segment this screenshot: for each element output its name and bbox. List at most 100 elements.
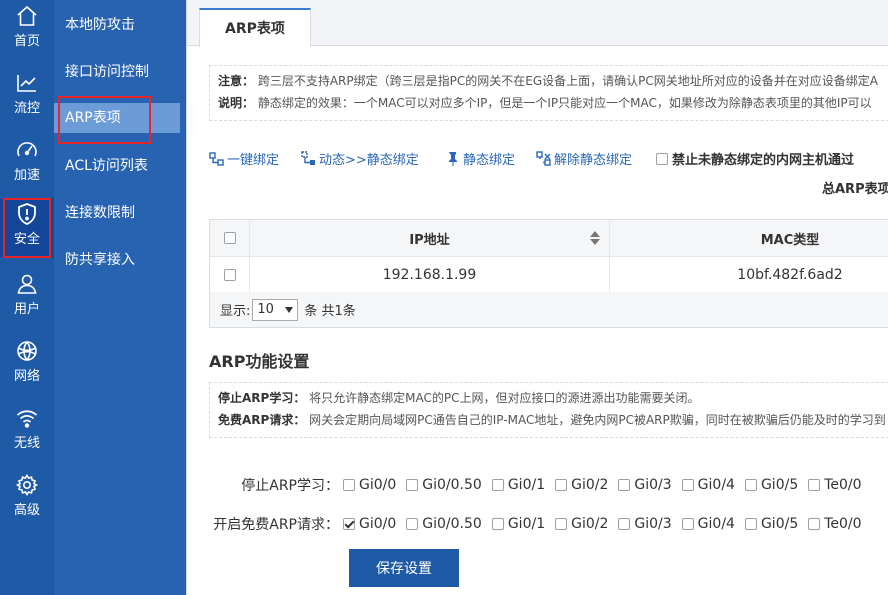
free-port-checkbox[interactable] (491, 518, 504, 530)
submenu-acl-list[interactable]: ACL访问列表 (54, 151, 180, 181)
tab-arp-table[interactable]: ARP表项 (199, 8, 311, 47)
free-port-checkbox[interactable] (744, 518, 757, 530)
submenu-connection-limit[interactable]: 连接数限制 (54, 198, 180, 228)
notice-text: 静态绑定的效果：一个MAC可以对应多个IP，但是一个IP只能对应一个MAC，如果… (257, 96, 872, 110)
submenu-local-attack-defense[interactable]: 本地防攻击 (54, 10, 180, 40)
free-port-option[interactable]: Gi0/2 (555, 516, 608, 532)
select-all-checkbox[interactable] (223, 232, 236, 244)
free-port-checkbox[interactable] (555, 518, 568, 530)
stop-port-option[interactable]: Gi0/0 (343, 477, 396, 493)
ip-header-cell[interactable]: IP地址 (250, 220, 610, 256)
page-size-select[interactable]: 10 (252, 298, 299, 321)
mac-cell: 10bf.482f.6ad2 (737, 267, 843, 283)
free-port-option[interactable]: Gi0/0.50 (406, 516, 482, 532)
bind-icon (209, 151, 224, 166)
mac-header-cell: MAC类型 (610, 220, 888, 256)
nav-label: 网络 (13, 369, 40, 384)
gauge-icon (17, 142, 37, 157)
nav-acceleration[interactable]: 加速 (0, 134, 54, 194)
nav-network[interactable]: 网络 (0, 335, 54, 395)
port-label: Gi0/2 (571, 516, 609, 532)
stop-port-option[interactable]: Te0/0 (808, 477, 862, 493)
stop-port-checkbox[interactable] (491, 479, 504, 491)
free-port-checkbox[interactable] (808, 518, 821, 530)
stop-port-option[interactable]: Gi0/2 (555, 477, 608, 493)
static-bind-button[interactable]: 静态绑定 (445, 149, 515, 168)
free-port-checkbox[interactable] (406, 518, 419, 530)
tab-bar: ARP表项 (187, 0, 888, 47)
free-port-checkbox[interactable] (681, 518, 694, 530)
nav-label: 安全 (13, 232, 40, 247)
main-nav-rail: 首页 流控 加速 安全 用户 网络 无线 高级 (0, 0, 54, 595)
stop-port-checkbox[interactable] (618, 479, 631, 491)
nav-security[interactable]: 安全 (0, 198, 54, 258)
button-label: 一键绑定 (227, 153, 280, 168)
stop-port-checkbox[interactable] (744, 479, 757, 491)
block-unbound-hosts-option: 禁止未静态绑定的内网主机通过 (656, 149, 854, 168)
port-label: Gi0/3 (634, 477, 672, 493)
free-port-option[interactable]: Gi0/4 (681, 516, 735, 532)
notice-line: 注意： 跨三层不支持ARP绑定（跨三层是指PC的网关不在EG设备上面，请确认PC… (218, 70, 888, 92)
free-port-checkbox[interactable] (343, 518, 355, 530)
notice-line: 停止ARP学习： 将只允许静态绑定MAC的PC上网，但对应接口的源进源出功能需要… (218, 387, 888, 409)
block-unbound-hosts-checkbox[interactable] (656, 152, 668, 165)
nav-label: 首页 (13, 34, 40, 49)
stop-port-checkbox[interactable] (808, 479, 821, 491)
stop-port-option[interactable]: Gi0/3 (618, 477, 672, 493)
notice-text: 跨三层不支持ARP绑定（跨三层是指PC的网关不在EG设备上面，请确认PC网关地址… (257, 74, 878, 88)
nav-label: 用户 (13, 302, 40, 317)
port-label: Gi0/2 (571, 477, 609, 493)
nav-users[interactable]: 用户 (0, 268, 54, 328)
free-port-option[interactable]: Gi0/5 (744, 516, 799, 532)
dynamic-to-static-button[interactable]: 动态>>静态绑定 (301, 149, 419, 168)
notice-line: 免费ARP请求： 网关会定期向局域网PC通告自己的IP-MAC地址，避免内网PC… (218, 409, 888, 431)
user-icon (17, 274, 37, 294)
stop-port-checkbox[interactable] (681, 479, 694, 491)
port-label: Gi0/4 (697, 477, 735, 493)
submenu-anti-sharing[interactable]: 防共享接入 (54, 245, 180, 275)
stop-port-checkbox[interactable] (555, 479, 568, 491)
home-icon (17, 5, 37, 26)
row-checkbox[interactable] (223, 269, 236, 281)
page-size-label: 显示: (220, 304, 251, 319)
free-port-option[interactable]: Gi0/1 (491, 516, 546, 532)
block-unbound-hosts-label: 禁止未静态绑定的内网主机通过 (672, 153, 855, 168)
ip-cell: 192.168.1.99 (250, 257, 610, 293)
stop-port-option[interactable]: Gi0/5 (744, 477, 798, 493)
one-click-bind-button[interactable]: 一键绑定 (209, 149, 279, 168)
submenu-arp-table[interactable]: ARP表项 (54, 96, 180, 144)
nav-flow-control[interactable]: 流控 (0, 67, 54, 127)
stop-port-checkbox[interactable] (343, 479, 355, 491)
stop-port-option[interactable]: Gi0/4 (681, 477, 735, 493)
nav-label: 无线 (13, 436, 40, 451)
shield-icon (18, 203, 36, 225)
arp-settings-notice-box: 停止ARP学习： 将只允许静态绑定MAC的PC上网，但对应接口的源进源出功能需要… (209, 382, 888, 438)
table-row[interactable]: 192.168.1.99 10bf.482f.6ad2 (210, 257, 888, 293)
nav-wireless[interactable]: 无线 (0, 402, 54, 462)
wifi-icon (16, 410, 38, 428)
free-arp-request-row: 开启免费ARP请求： Gi0/0 Gi0/0.50 Gi0/1 Gi0/2 Gi0/3 G… (209, 514, 872, 534)
unbind-icon (536, 150, 551, 166)
nav-advanced[interactable]: 高级 (0, 469, 54, 529)
free-port-checkbox[interactable] (618, 518, 631, 530)
port-label: Gi0/3 (634, 516, 672, 532)
stop-port-checkbox[interactable] (406, 479, 419, 491)
sort-icon[interactable] (589, 230, 601, 246)
stop-port-option[interactable]: Gi0/0.50 (406, 477, 482, 493)
nav-home[interactable]: 首页 (0, 0, 54, 60)
unbind-static-button[interactable]: 解除静态绑定 (536, 149, 632, 168)
free-port-option[interactable]: Gi0/3 (618, 516, 672, 532)
stop-port-option[interactable]: Gi0/1 (491, 477, 545, 493)
port-label: Gi0/5 (760, 516, 799, 532)
stop-arp-learning-row: 停止ARP学习： Gi0/0 Gi0/0.50 Gi0/1 Gi0/2 Gi0/3 Gi0… (209, 475, 872, 495)
notice-text: 网关会定期向局域网PC通告自己的IP-MAC地址，避免内网PC被ARP欺骗，同时… (309, 413, 886, 427)
table-footer: 显示: 10 条 共1条 (209, 292, 888, 328)
free-arp-request-label: 开启免费ARP请求： (213, 517, 339, 533)
submenu-interface-access-control[interactable]: 接口访问控制 (54, 57, 180, 87)
mac-column-header: MAC类型 (760, 232, 820, 248)
save-settings-button[interactable]: 保存设置 (349, 549, 459, 587)
free-port-option[interactable]: Gi0/0 (343, 516, 396, 532)
free-port-option[interactable]: Te0/0 (808, 516, 862, 532)
port-label: Gi0/0.50 (422, 516, 482, 532)
port-label: Gi0/1 (507, 516, 546, 532)
